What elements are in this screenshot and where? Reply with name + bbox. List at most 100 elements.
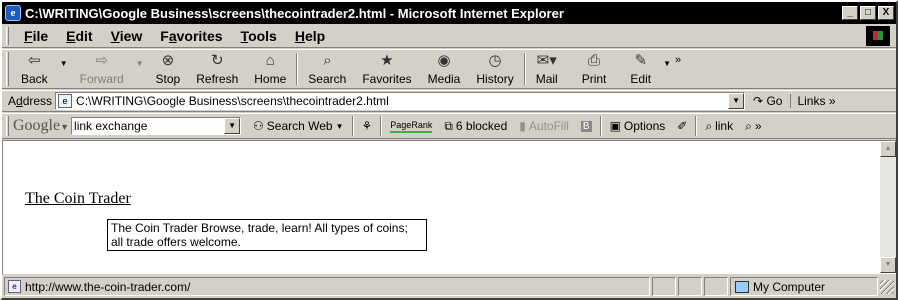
result-title-link[interactable]: The Coin Trader: [25, 190, 131, 208]
ie-app-icon[interactable]: e: [5, 5, 21, 21]
search-web-button[interactable]: ⚇ Search Web ▼: [247, 119, 350, 133]
forward-button[interactable]: ⇨ Forward: [72, 50, 132, 88]
stop-icon: ⊗: [161, 52, 175, 69]
edit-icon: ✎: [634, 52, 648, 69]
autofill-button[interactable]: ▮ AutoFill: [513, 119, 575, 133]
my-computer-icon: [735, 280, 749, 293]
toolbar-separator: [523, 53, 526, 85]
scroll-up-icon[interactable]: ▲: [880, 141, 896, 157]
options-button[interactable]: ▣ Options: [604, 119, 672, 133]
edit-button[interactable]: ✎ Edit: [622, 50, 659, 88]
popup-blocker-icon: ⧉: [444, 118, 453, 133]
page-content: The Coin Trader The Coin Trader Browse, …: [2, 140, 896, 274]
standard-toolbar: ⇦ Back ▼ ⇨ Forward ▼ ⊗ Stop ↻ Refresh ⌂ Home …: [2, 49, 896, 89]
go-button[interactable]: ↷ Go: [745, 94, 790, 108]
forward-dropdown-icon[interactable]: ▼: [132, 59, 148, 68]
security-zone: My Computer: [730, 277, 878, 296]
page-icon: e: [8, 280, 21, 293]
history-icon: ◷: [488, 52, 502, 69]
favorites-icon: ★: [380, 52, 394, 69]
search-button[interactable]: ⌕ Search: [300, 50, 354, 88]
go-arrow-icon: ↷: [753, 94, 764, 108]
address-dropdown-icon[interactable]: ▼: [728, 93, 745, 109]
google-search-dropdown-icon[interactable]: ▼: [224, 118, 241, 134]
toolbar-overflow-chevron[interactable]: »: [675, 54, 681, 66]
back-button[interactable]: ⇦ Back: [13, 50, 56, 88]
window-controls: _ □ X: [840, 6, 894, 20]
google-news-button[interactable]: ⚘: [356, 119, 379, 133]
browser-window: e C:\WRITING\Google Business\screens\the…: [0, 0, 898, 300]
blogger-button[interactable]: B: [575, 120, 598, 132]
google-search-input[interactable]: link exchange ▼: [71, 117, 242, 135]
print-button[interactable]: ⎙ Print: [566, 50, 623, 88]
vertical-scrollbar[interactable]: ▲ ▼: [880, 141, 896, 273]
search-web-dropdown-icon[interactable]: ▼: [336, 122, 344, 131]
home-icon: ⌂: [265, 52, 275, 69]
blogger-icon: B: [580, 120, 592, 132]
scroll-down-icon[interactable]: ▼: [880, 257, 896, 273]
media-icon: ◉: [437, 52, 451, 69]
forward-arrow-icon: ⇨: [95, 52, 108, 69]
history-button[interactable]: ◷ History: [468, 50, 521, 88]
menu-favorites[interactable]: Favorites: [151, 28, 231, 44]
home-button[interactable]: ⌂ Home: [246, 50, 294, 88]
page-icon: e: [58, 94, 73, 108]
status-bar: e http://www.the-coin-trader.com/ My Com…: [2, 275, 896, 298]
stop-button[interactable]: ⊗ Stop: [148, 50, 189, 88]
back-arrow-icon: ⇦: [28, 52, 41, 69]
menu-view[interactable]: View: [102, 28, 152, 44]
menu-grip[interactable]: [6, 26, 9, 45]
resize-grip[interactable]: [880, 279, 894, 294]
address-bar: Address e C:\WRITING\Google Business\scr…: [2, 90, 896, 112]
highlighter-icon: ✐: [677, 119, 688, 133]
search-icon: ⌕: [323, 52, 332, 69]
address-input[interactable]: e C:\WRITING\Google Business\screens\the…: [55, 92, 746, 110]
google-toolbar-grip[interactable]: [6, 116, 9, 136]
toolbar-separator: [296, 53, 299, 85]
menu-file[interactable]: File: [15, 28, 57, 44]
windows-logo-icon: [866, 26, 890, 46]
address-label: Address: [8, 94, 53, 108]
mail-button[interactable]: ✉▾ Mail: [528, 50, 566, 88]
media-button[interactable]: ◉ Media: [420, 50, 469, 88]
toolbar-grip[interactable]: [6, 52, 9, 86]
status-url: http://www.the-coin-trader.com/: [25, 279, 191, 294]
google-separator: [380, 116, 383, 136]
google-overflow-chevron[interactable]: ⌕»: [739, 119, 767, 134]
google-logo-menu[interactable]: Google▼: [13, 117, 69, 135]
back-dropdown-icon[interactable]: ▼: [56, 59, 72, 68]
status-pane: [652, 277, 676, 296]
menu-edit[interactable]: Edit: [57, 28, 101, 44]
menu-help[interactable]: Help: [286, 28, 334, 44]
close-button[interactable]: X: [878, 6, 894, 20]
highlight-button[interactable]: ✐: [671, 119, 693, 133]
mail-icon: ✉▾: [536, 52, 557, 69]
address-value: C:\WRITING\Google Business\screens\theco…: [76, 94, 389, 108]
popup-blocker-button[interactable]: ⧉ 6 blocked: [438, 119, 513, 134]
pagerank-indicator[interactable]: PageRank: [384, 120, 438, 133]
link-tooltip: The Coin Trader Browse, trade, learn! Al…: [107, 219, 427, 251]
google-toolbar: Google▼ link exchange ▼ ⚇ Search Web ▼ ⚘ P…: [2, 113, 896, 139]
printer-icon: ⎙: [588, 52, 601, 69]
google-separator: [695, 116, 698, 136]
news-icon: ⚘: [361, 119, 373, 133]
options-icon: ▣: [609, 119, 621, 133]
favorites-button[interactable]: ★ Favorites: [354, 50, 419, 88]
minimize-button[interactable]: _: [842, 6, 858, 20]
autofill-icon: ▮: [519, 119, 526, 133]
maximize-button[interactable]: □: [860, 6, 876, 20]
google-separator: [351, 116, 354, 136]
binoculars-icon: ⚇: [253, 119, 264, 133]
refresh-icon: ↻: [210, 52, 224, 69]
menu-tools[interactable]: Tools: [232, 28, 286, 44]
search-icon: ⌕: [745, 118, 752, 133]
links-button[interactable]: Links »: [790, 94, 841, 108]
link-search-icon: ⌕: [705, 118, 713, 133]
window-title: C:\WRITING\Google Business\screens\theco…: [25, 5, 564, 21]
status-pane: [704, 277, 728, 296]
google-separator: [599, 116, 602, 136]
title-bar[interactable]: e C:\WRITING\Google Business\screens\the…: [2, 2, 896, 24]
link-button[interactable]: ⌕ link: [699, 119, 739, 134]
edit-dropdown-icon[interactable]: ▼: [659, 59, 675, 68]
refresh-button[interactable]: ↻ Refresh: [188, 50, 246, 88]
